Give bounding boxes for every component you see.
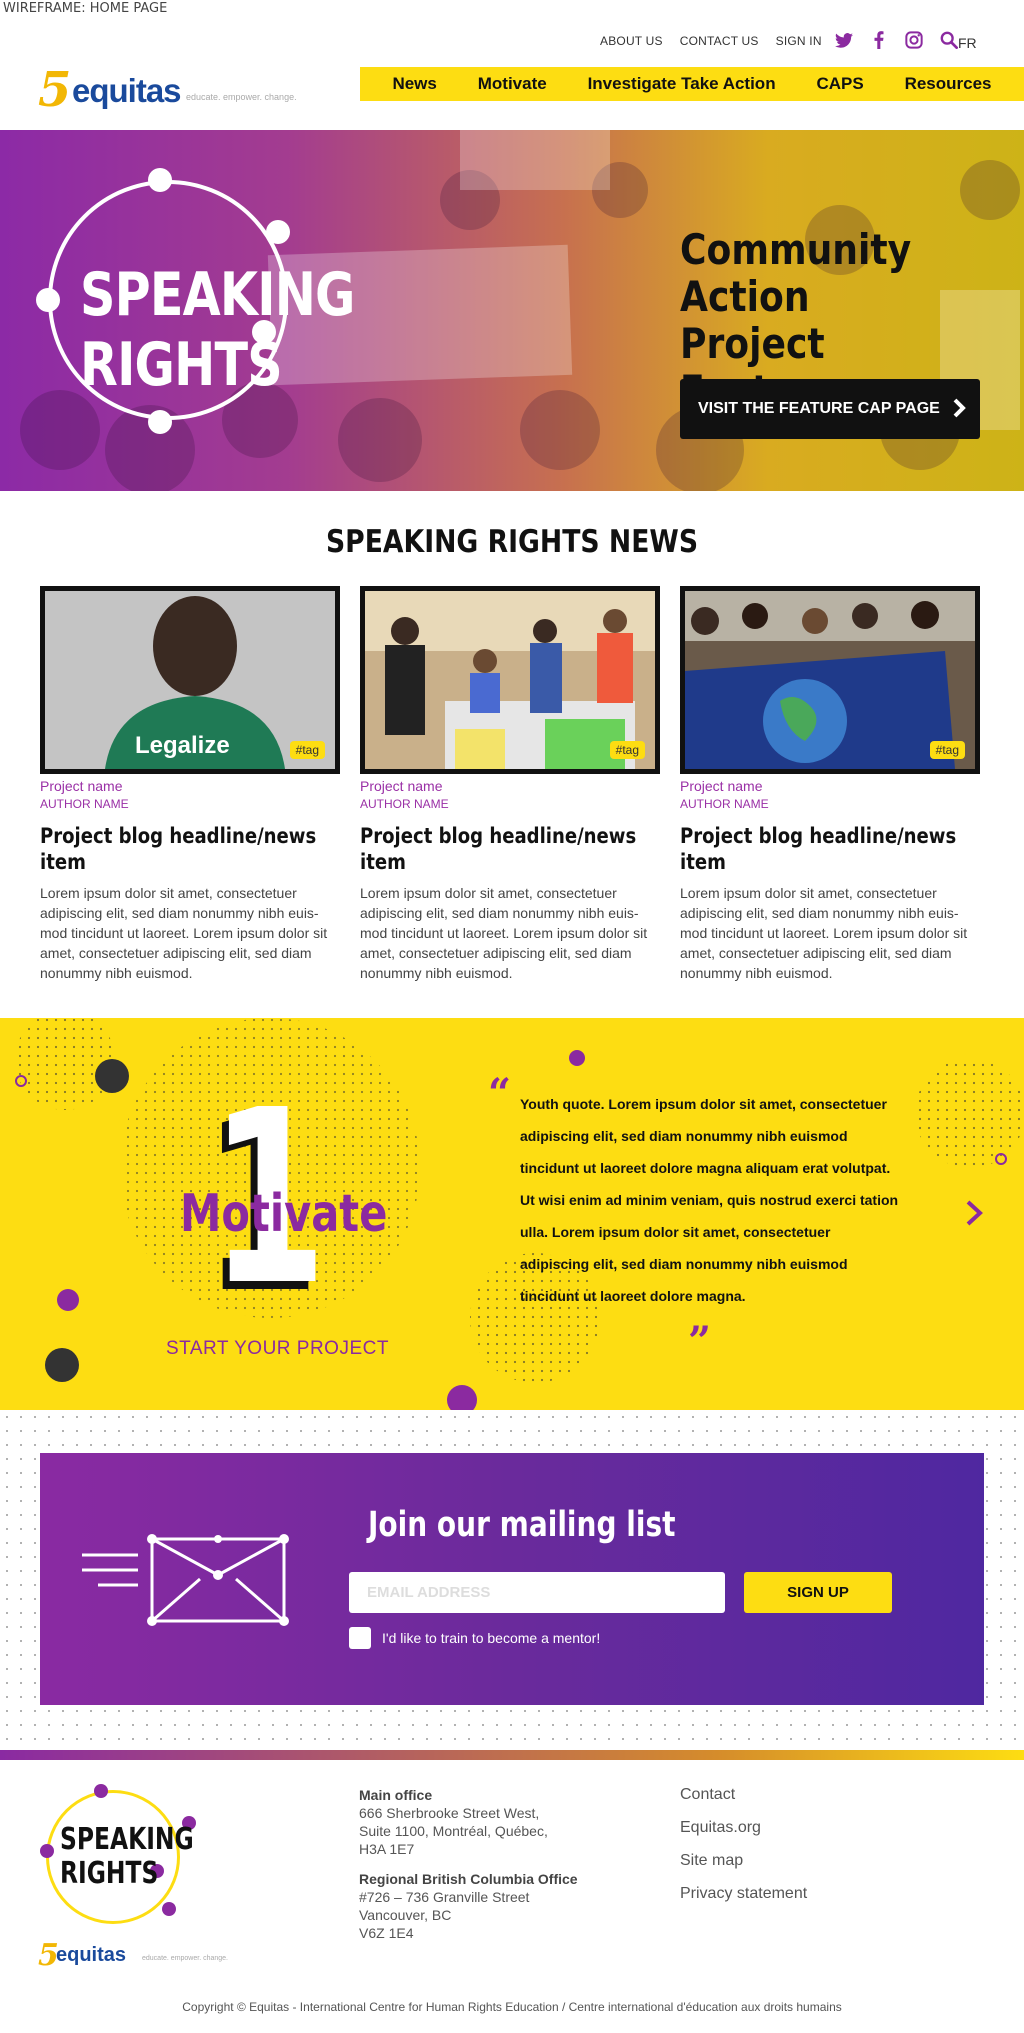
about-us-link[interactable]: ABOUT US xyxy=(600,34,663,48)
twitter-icon[interactable] xyxy=(834,30,854,50)
news-card-project[interactable]: Project name xyxy=(360,778,660,794)
equitas-logo[interactable]: 5 equitas educate. empower. change. xyxy=(38,62,318,118)
instagram-icon[interactable] xyxy=(904,30,924,50)
address-line: Vancouver, BC xyxy=(359,1907,452,1923)
news-card-author: AUTHOR NAME xyxy=(680,797,769,811)
address-line: 666 Sherbrooke Street West, xyxy=(359,1805,540,1821)
speaking-rights-logo: SPEAKING RIGHTS xyxy=(30,160,355,460)
address-line: Suite 1100, Montréal, Québec, xyxy=(359,1823,548,1839)
quote-close-icon: ” xyxy=(688,1318,712,1365)
news-card[interactable]: #tag Project name AUTHOR NAME Project bl… xyxy=(680,586,980,983)
language-toggle[interactable]: FR xyxy=(958,35,977,51)
news-card[interactable]: Legalize #tag Project name AUTHOR NAME P… xyxy=(40,586,340,983)
news-card-project[interactable]: Project name xyxy=(680,778,980,794)
address-line: V6Z 1E4 xyxy=(359,1925,414,1941)
motivate-section: 1 Motivate START YOUR PROJECT “ Youth qu… xyxy=(0,1018,1024,1410)
news-card-image[interactable]: #tag xyxy=(360,586,660,774)
visit-feature-cap-button[interactable]: VISIT THE FEATURE CAP PAGE xyxy=(680,379,980,439)
mentor-checkbox-label[interactable]: I'd like to train to become a mentor! xyxy=(382,1630,600,1646)
svg-text:Legalize: Legalize xyxy=(135,732,230,759)
news-card-project[interactable]: Project name xyxy=(40,778,340,794)
footer-link-privacy[interactable]: Privacy statement xyxy=(680,1885,807,1903)
address-line: H3A 1E7 xyxy=(359,1841,415,1857)
facebook-icon[interactable] xyxy=(869,30,889,50)
news-card-body: Lorem ipsum dolor sit amet, consectetuer… xyxy=(680,885,968,981)
carousel-next-icon[interactable] xyxy=(962,1198,986,1228)
sign-in-link[interactable]: SIGN IN xyxy=(776,34,822,48)
logo-50-mark: 5 xyxy=(38,62,72,118)
news-card-author: AUTHOR NAME xyxy=(40,797,129,811)
main-office-address: Main office 666 Sherbrooke Street West, … xyxy=(359,1786,548,1858)
motivate-heading: Motivate xyxy=(180,1184,388,1244)
mailing-list-section: Join our mailing list SIGN UP I'd like t… xyxy=(0,1410,1024,1756)
footer-logo-wordmark: equitas xyxy=(56,1944,127,1966)
footer-logo-tagline: educate. empower. change. xyxy=(142,1955,229,1962)
news-card-headline[interactable]: Project blog headline/news item xyxy=(680,823,972,875)
logo-wordmark: equitas xyxy=(72,72,182,109)
hero-logo-line2: RIGHTS xyxy=(80,330,283,400)
hero-banner: SPEAKING RIGHTS Community Action Project… xyxy=(0,130,1024,491)
sign-up-button[interactable]: SIGN UP xyxy=(744,1572,892,1613)
chevron-right-icon xyxy=(953,398,966,418)
footer-link-sitemap[interactable]: Site map xyxy=(680,1852,807,1870)
footer-links: Contact Equitas.org Site map Privacy sta… xyxy=(680,1786,807,1903)
search-icon[interactable] xyxy=(939,30,959,50)
nav-motivate[interactable]: Motivate xyxy=(478,74,547,94)
news-card-author: AUTHOR NAME xyxy=(360,797,449,811)
nav-resources[interactable]: Resources xyxy=(905,74,992,94)
news-card-headline[interactable]: Project blog headline/news item xyxy=(40,823,332,875)
logo-tagline: educate. empower. change. xyxy=(186,92,297,102)
bc-office-address: Regional British Columbia Office #726 – … xyxy=(359,1870,578,1942)
main-office-label: Main office xyxy=(359,1787,433,1803)
feature-button-label: VISIT THE FEATURE CAP PAGE xyxy=(698,400,940,417)
news-card-image[interactable]: #tag xyxy=(680,586,980,774)
news-card-body: Lorem ipsum dolor sit amet, consectetuer… xyxy=(40,885,328,981)
footer-speaking-rights-logo[interactable]: SPEAKING RIGHTS xyxy=(38,1784,208,1934)
contact-us-link[interactable]: CONTACT US xyxy=(680,34,759,48)
nav-caps[interactable]: CAPS xyxy=(816,74,863,94)
copyright-notice: Copyright © Equitas - International Cent… xyxy=(182,2000,842,2014)
nav-investigate-take-action[interactable]: Investigate Take Action xyxy=(588,74,776,94)
start-your-project-link[interactable]: START YOUR PROJECT xyxy=(166,1338,389,1360)
news-card-headline[interactable]: Project blog headline/news item xyxy=(360,823,652,875)
news-card-tag[interactable]: #tag xyxy=(929,741,965,759)
footer-logo-line2: RIGHTS xyxy=(60,1856,159,1891)
address-line: #726 – 736 Granville Street xyxy=(359,1889,530,1905)
footer-logo-line1: SPEAKING xyxy=(60,1822,194,1857)
news-card-tag[interactable]: #tag xyxy=(609,741,645,759)
news-card[interactable]: #tag Project name AUTHOR NAME Project bl… xyxy=(360,586,660,983)
footer-link-equitas[interactable]: Equitas.org xyxy=(680,1819,807,1837)
mentor-checkbox[interactable] xyxy=(349,1627,371,1649)
mailing-list-title: Join our mailing list xyxy=(368,1505,676,1545)
news-card-image[interactable]: Legalize #tag xyxy=(40,586,340,774)
mailing-list-box: Join our mailing list SIGN UP I'd like t… xyxy=(40,1453,984,1705)
email-input[interactable] xyxy=(349,1572,725,1613)
quote-open-icon: “ xyxy=(488,1070,512,1117)
news-card-body: Lorem ipsum dolor sit amet, consectetuer… xyxy=(360,885,648,981)
wireframe-label: WIREFRAME: HOME PAGE xyxy=(3,1,168,16)
social-icons xyxy=(834,30,959,50)
footer-link-contact[interactable]: Contact xyxy=(680,1786,807,1804)
youth-quote: Youth quote. Lorem ipsum dolor sit amet,… xyxy=(520,1096,899,1304)
news-section-title: SPEAKING RIGHTS NEWS xyxy=(325,524,699,560)
envelope-icon xyxy=(82,1534,289,1626)
footer-gradient-bar xyxy=(0,1750,1024,1760)
news-card-tag[interactable]: #tag xyxy=(289,741,325,759)
main-navigation: News Motivate Investigate Take Action CA… xyxy=(360,67,1024,101)
footer-equitas-logo[interactable]: 5 equitas educate. empower. change. xyxy=(38,1938,238,1976)
nav-news[interactable]: News xyxy=(392,74,436,94)
hero-logo-line1: SPEAKING xyxy=(80,260,355,330)
bc-office-label: Regional British Columbia Office xyxy=(359,1871,578,1887)
top-utility-links: ABOUT US CONTACT US SIGN IN xyxy=(600,34,822,48)
